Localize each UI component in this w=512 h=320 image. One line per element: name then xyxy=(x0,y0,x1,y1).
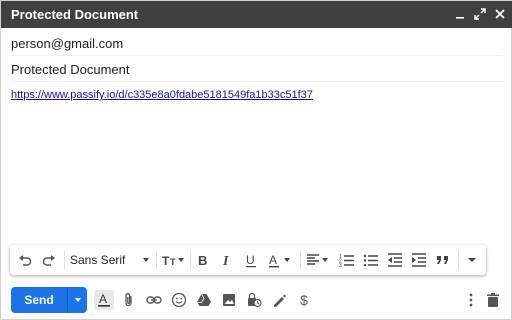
confidential-mode-icon[interactable] xyxy=(244,290,264,310)
svg-text:I: I xyxy=(222,254,229,268)
trash-icon[interactable] xyxy=(483,290,503,310)
compose-title: Protected Document xyxy=(11,7,139,22)
chevron-down-icon xyxy=(74,298,81,302)
toolbar-divider xyxy=(458,251,459,269)
send-options-button[interactable] xyxy=(67,287,87,313)
expand-icon[interactable] xyxy=(471,5,489,23)
indent-more-icon[interactable] xyxy=(410,251,428,269)
toolbar-divider xyxy=(64,251,65,269)
italic-icon[interactable]: I xyxy=(218,251,236,269)
svg-text:T: T xyxy=(162,254,170,268)
redo-icon[interactable] xyxy=(40,251,58,269)
undo-icon[interactable] xyxy=(16,251,34,269)
indent-less-icon[interactable] xyxy=(386,251,404,269)
send-group: Send xyxy=(11,287,87,313)
svg-text:A: A xyxy=(269,253,277,267)
subject-field[interactable]: Protected Document xyxy=(11,56,503,82)
message-body[interactable]: https://www.passify.io/d/c335e8a0fdabe51… xyxy=(11,89,503,239)
svg-text:T: T xyxy=(170,257,176,267)
body-link[interactable]: https://www.passify.io/d/c335e8a0fdabe51… xyxy=(11,89,313,101)
to-field[interactable]: person@gmail.com xyxy=(11,30,503,56)
compose-titlebar[interactable]: Protected Document xyxy=(1,1,512,28)
chevron-down-icon xyxy=(142,253,150,267)
compose-window: Protected Document person@gmail.com Prot… xyxy=(0,0,512,320)
svg-text:U: U xyxy=(246,253,255,267)
attach-icon[interactable] xyxy=(119,290,139,310)
emoji-icon[interactable] xyxy=(169,290,189,310)
formatting-options-icon[interactable]: A xyxy=(94,290,114,310)
toolbar-divider xyxy=(300,251,301,269)
signature-icon[interactable] xyxy=(269,290,289,310)
payment-icon[interactable]: $ xyxy=(294,290,314,310)
toolbar-divider xyxy=(156,251,157,269)
minimize-icon[interactable] xyxy=(451,5,469,23)
svg-text:B: B xyxy=(198,253,207,268)
send-button[interactable]: Send xyxy=(11,287,67,313)
close-icon[interactable] xyxy=(491,5,509,23)
font-family-label: Sans Serif xyxy=(70,253,126,267)
link-icon[interactable] xyxy=(144,290,164,310)
drive-icon[interactable] xyxy=(194,290,214,310)
underline-icon[interactable]: U xyxy=(242,251,260,269)
align-icon[interactable] xyxy=(304,251,332,269)
quote-icon[interactable] xyxy=(434,251,452,269)
font-family-select[interactable]: Sans Serif xyxy=(70,251,152,269)
bulleted-list-icon[interactable] xyxy=(362,251,380,269)
svg-text:3: 3 xyxy=(339,263,342,268)
text-color-icon[interactable]: A xyxy=(266,251,294,269)
photo-icon[interactable] xyxy=(219,290,239,310)
formatting-toolbar: Sans Serif TT B I U A 123 xyxy=(10,245,486,275)
toolbar-divider xyxy=(190,251,191,269)
numbered-list-icon[interactable]: 123 xyxy=(338,251,356,269)
svg-text:A: A xyxy=(99,292,107,306)
more-options-icon[interactable] xyxy=(461,290,481,310)
more-formatting-icon[interactable] xyxy=(464,251,480,269)
bold-icon[interactable]: B xyxy=(194,251,212,269)
font-size-icon[interactable]: TT xyxy=(160,251,186,269)
